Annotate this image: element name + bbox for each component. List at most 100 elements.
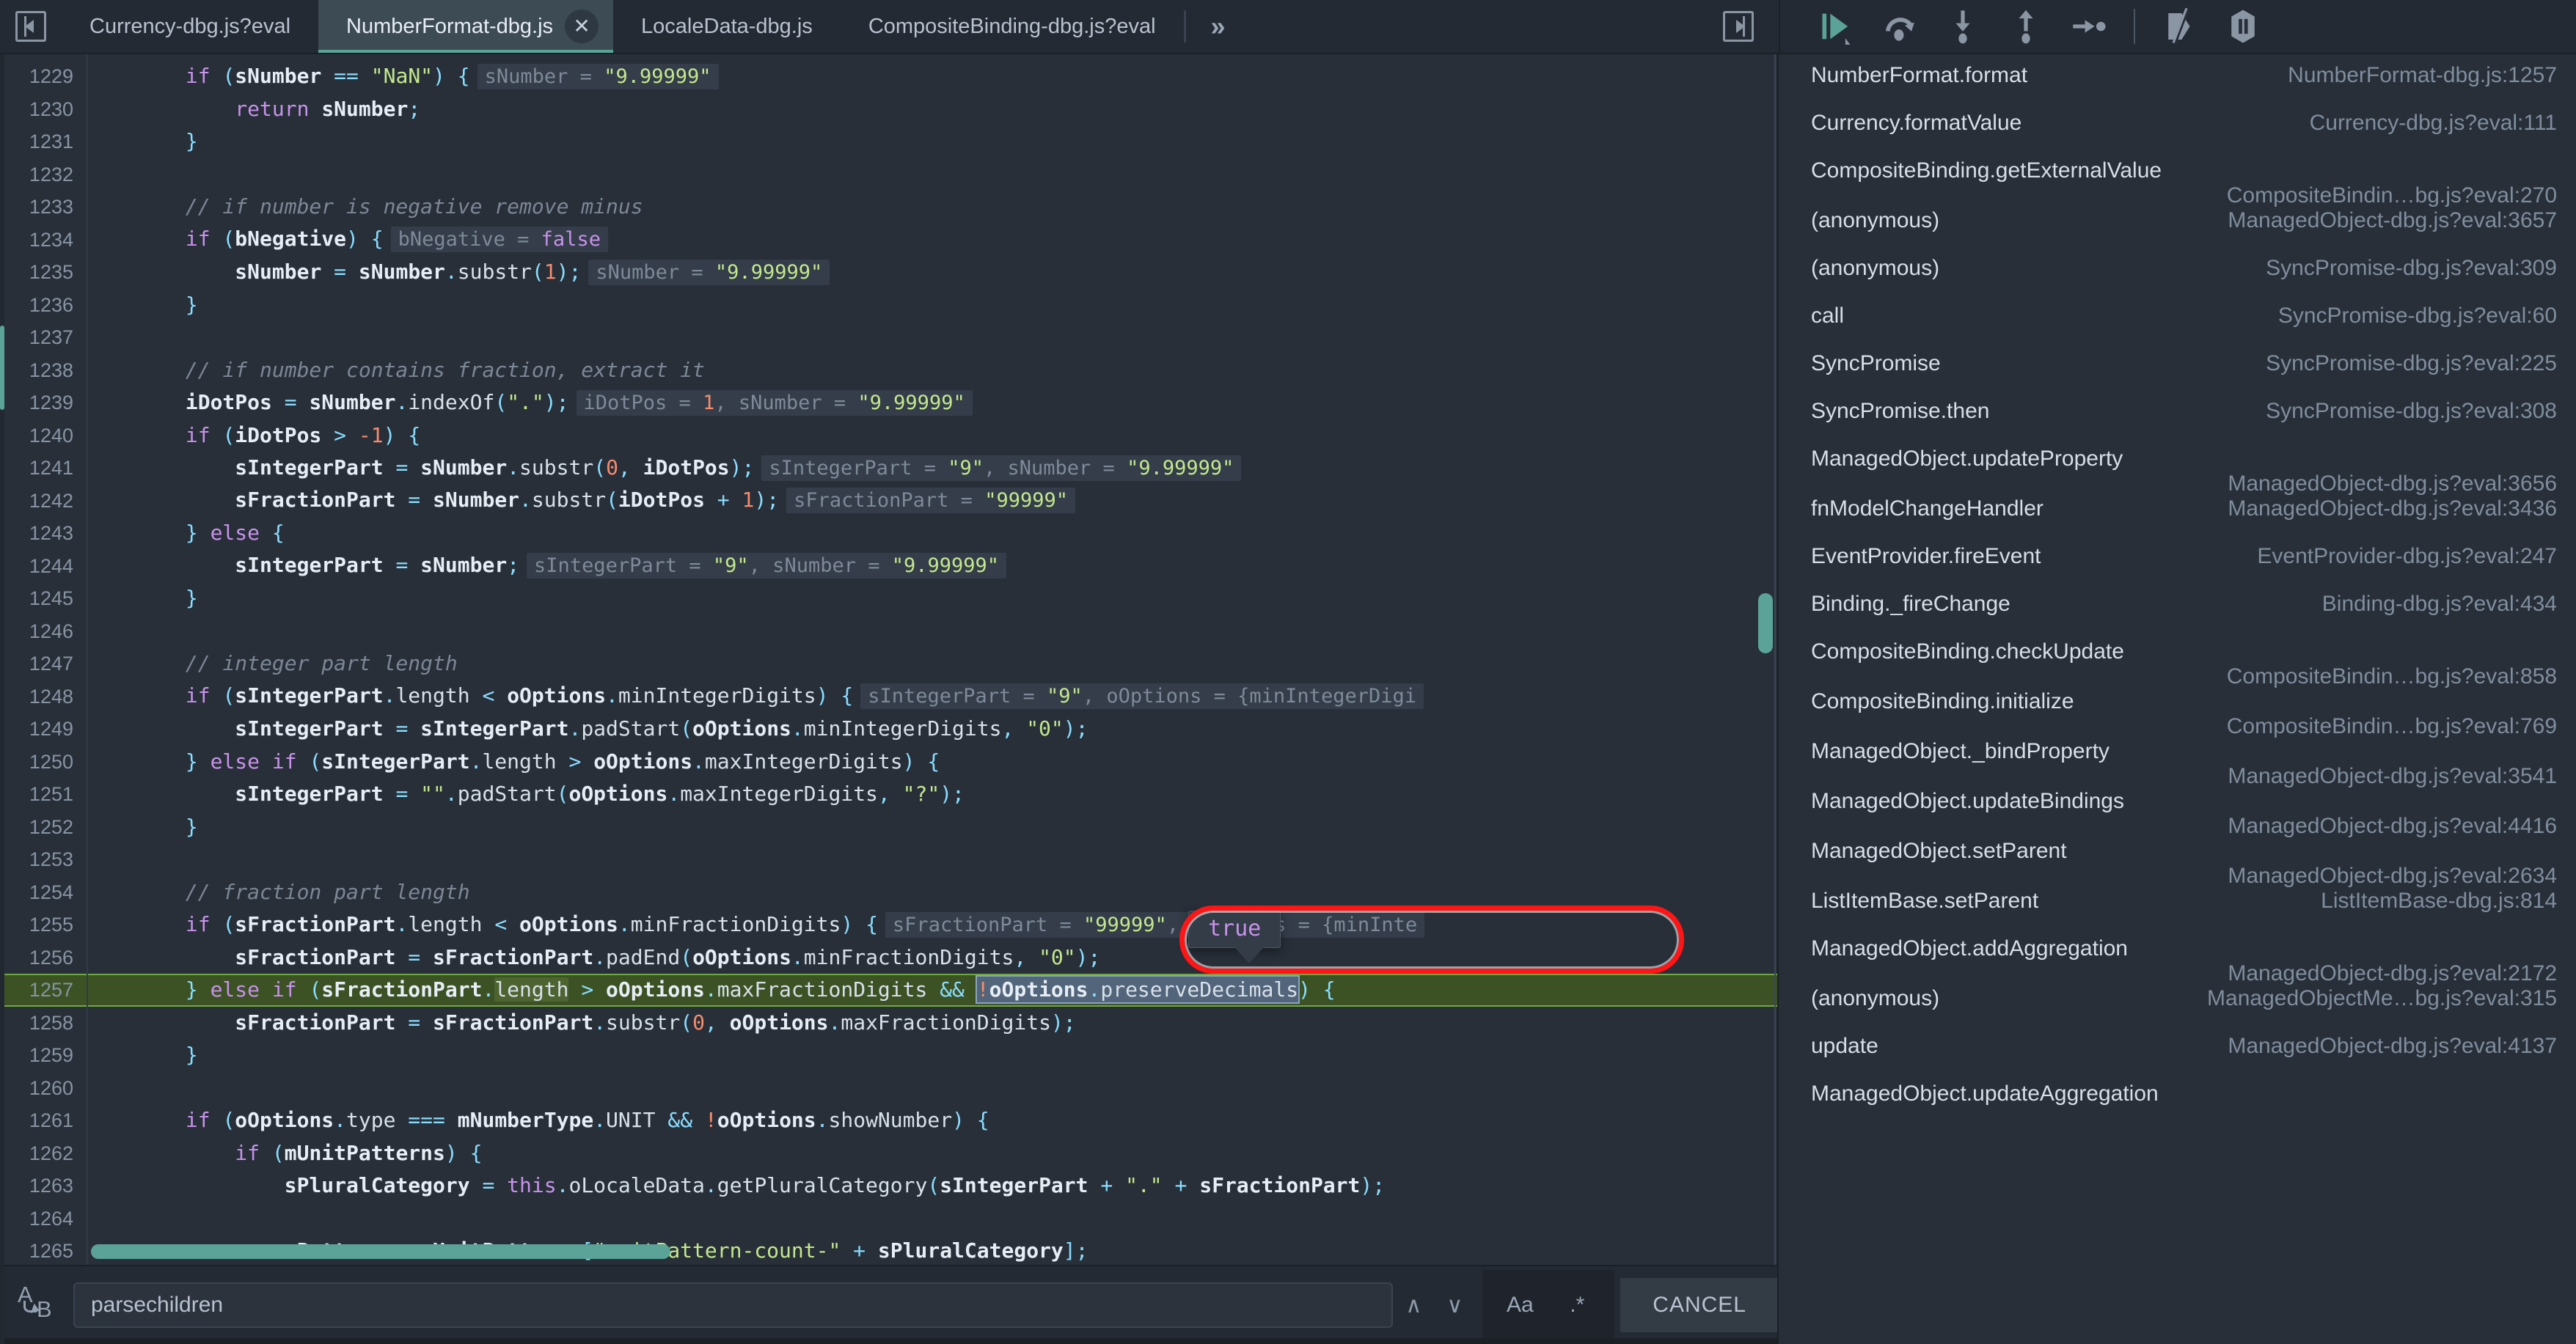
call-stack-frame[interactable]: ManagedObject.setParent ManagedObject-dbg… [1779, 839, 2576, 889]
call-stack-frame[interactable]: ManagedObject.updateAggregation [1779, 1082, 2576, 1129]
call-stack-frame[interactable]: NumberFormat.format NumberFormat-dbg.js:1… [1779, 63, 2576, 111]
code-line[interactable]: 1256 sFractionPart = sFractionPart.padEn… [0, 941, 1777, 974]
code-token: ( [494, 389, 508, 414]
code-line[interactable]: 1263 sPluralCategory = this.oLocaleData.… [0, 1169, 1777, 1202]
code-line[interactable]: 1244 sIntegerPart = sNumber; sIntegerPart… [0, 550, 1777, 583]
code-line[interactable]: 1259 } [0, 1039, 1777, 1072]
code-line[interactable]: 1261 if (oOptions.type === mNumberType.U… [0, 1104, 1777, 1137]
code-line[interactable]: 1237 [0, 321, 1777, 354]
call-stack-frame[interactable]: ManagedObject.addAggregation ManagedObjec… [1779, 936, 2576, 986]
code-token: . [556, 1173, 569, 1197]
search-prev-button[interactable]: ∧ [1393, 1279, 1434, 1332]
code-line-executing[interactable]: 1257 } else if (sFractionPart.length > o… [0, 974, 1777, 1007]
step-into-next-function-call-button[interactable] [1931, 0, 1994, 54]
step-out-of-current-function-button[interactable] [1994, 0, 2057, 54]
resume-script-execution-button[interactable] [1805, 0, 1868, 54]
code-line[interactable]: 1252 } [0, 811, 1777, 844]
code-line[interactable]: 1251 sIntegerPart = "".padStart(oOptions… [0, 778, 1777, 811]
code-line[interactable]: 1242 sFractionPart = sNumber.substr(iDot… [0, 485, 1777, 518]
code-line[interactable]: 1247 // integer part length [0, 647, 1777, 680]
step-over-next-function-call-button[interactable] [1868, 0, 1931, 54]
code-line[interactable]: 1233 // if number is negative remove min… [0, 191, 1777, 224]
code-line[interactable]: 1243 } else { [0, 517, 1777, 550]
code-line[interactable]: 1258 sFractionPart = sFractionPart.subst… [0, 1007, 1777, 1040]
call-stack-panel[interactable]: NumberFormat.format NumberFormat-dbg.js:1… [1779, 54, 2576, 1344]
match-case-toggle[interactable]: Aa [1491, 1270, 1548, 1340]
search-input[interactable] [73, 1282, 1394, 1328]
call-stack-frame[interactable]: EventProvider.fireEvent EventProvider-dbg… [1779, 544, 2576, 592]
call-stack-frame[interactable]: ManagedObject._bindProperty ManagedObject… [1779, 739, 2576, 789]
code-line[interactable]: 1241 sIntegerPart = sNumber.substr(0, iD… [0, 452, 1777, 485]
code-line[interactable]: 1230 return sNumber; [0, 93, 1777, 126]
call-stack-frame[interactable]: call SyncPromise-dbg.js?eval:60 [1779, 304, 2576, 351]
code-line[interactable]: 1262 if (mUnitPatterns) { [0, 1137, 1777, 1170]
code-line[interactable]: 1260 [0, 1072, 1777, 1105]
code-line[interactable]: 1240 if (iDotPos > -1) { [0, 419, 1777, 452]
tab-numberformat-dbg[interactable]: NumberFormat-dbg.js ✕ [318, 0, 614, 53]
regex-toggle[interactable]: .* [1548, 1270, 1606, 1340]
expand-debugger-button[interactable] [1698, 0, 1779, 53]
code-line[interactable]: 1254 // fraction part length [0, 876, 1777, 909]
code-token: minIntegerDigits [618, 683, 816, 708]
call-stack-frame[interactable]: Currency.formatValue Currency-dbg.js?eval… [1779, 111, 2576, 158]
tab-currency-dbg[interactable]: Currency-dbg.js?eval [62, 0, 318, 53]
line-number: 1233 [29, 196, 73, 218]
code-line[interactable]: 1234 if (bNegative) {bNegative = false [0, 224, 1777, 257]
code-line[interactable]: 1231 } [0, 125, 1777, 158]
call-stack-frame[interactable]: (anonymous) ManagedObjectMe…bg.js?eval:31… [1779, 986, 2576, 1034]
deactivate-breakpoints-button[interactable] [2148, 0, 2211, 54]
call-stack-frame[interactable]: CompositeBinding.initialize CompositeBind… [1779, 689, 2576, 739]
call-stack-frame[interactable]: SyncPromise.then SyncPromise-dbg.js?eval:… [1779, 399, 2576, 447]
code-line[interactable]: 1249 sIntegerPart = sIntegerPart.padStar… [0, 713, 1777, 746]
code-vertical-scrollbar[interactable] [1758, 54, 1773, 1265]
call-stack-frame[interactable]: CompositeBinding.checkUpdate CompositeBin… [1779, 639, 2576, 689]
code-token: = [383, 782, 421, 806]
source-code[interactable]: 1229 if (sNumber == "NaN") {sNumber = "9… [0, 54, 1777, 1265]
code-line[interactable]: 1238 // if number contains fraction, ext… [0, 354, 1777, 387]
selected-expression[interactable]: !oOptions.preserveDecimals [975, 975, 1300, 1004]
call-stack-frame[interactable]: (anonymous) SyncPromise-dbg.js?eval:309 [1779, 256, 2576, 304]
code-horizontal-scrollbar[interactable] [91, 1244, 1763, 1259]
call-stack-frame[interactable]: SyncPromise SyncPromise-dbg.js?eval:225 [1779, 351, 2576, 399]
search-next-button[interactable]: ∨ [1434, 1279, 1475, 1332]
code-line[interactable]: 1248 if (sIntegerPart.length < oOptions.… [0, 680, 1777, 713]
call-stack-frame[interactable]: CompositeBinding.getExternalValue Composi… [1779, 158, 2576, 208]
code-line[interactable]: 1229 if (sNumber == "NaN") {sNumber = "9… [0, 60, 1777, 93]
call-stack-frame[interactable]: Binding._fireChange Binding-dbg.js?eval:4… [1779, 592, 2576, 639]
code-token: minFractionDigits [803, 944, 1014, 969]
call-stack-frame[interactable]: ManagedObject.updateBindings ManagedObjec… [1779, 789, 2576, 839]
source-code-scroll[interactable]: 1229 if (sNumber == "NaN") {sNumber = "9… [0, 54, 1777, 1265]
tab-overflow-button[interactable]: » [1186, 0, 1248, 53]
code-token: sIntegerPart [235, 553, 384, 577]
tab-compositebinding-dbg[interactable]: CompositeBinding-dbg.js?eval [841, 0, 1184, 53]
code-line[interactable]: 1232 [0, 158, 1777, 191]
pause-on-exceptions-button[interactable] [2211, 0, 2275, 54]
code-line[interactable]: 1236 } [0, 289, 1777, 322]
code-horizontal-scrollbar-thumb[interactable] [91, 1244, 670, 1259]
close-icon[interactable]: ✕ [565, 10, 599, 43]
code-line[interactable]: 1255 if (sFractionPart.length < oOptions… [0, 908, 1777, 941]
collapse-navigator-button[interactable] [0, 0, 62, 53]
call-stack-frame[interactable]: fnModelChangeHandler ManagedObject-dbg.js… [1779, 496, 2576, 544]
code-line[interactable]: 1239 iDotPos = sNumber.indexOf("."); iDot… [0, 386, 1777, 419]
code-line[interactable]: 1250 } else if (sIntegerPart.length > oO… [0, 746, 1777, 779]
code-token: + [1162, 1173, 1200, 1197]
code-line[interactable]: 1245 } [0, 582, 1777, 615]
code-token: oOptions [717, 1108, 816, 1132]
code-line[interactable]: 1264 [0, 1202, 1777, 1235]
call-stack-frame[interactable]: (anonymous) ManagedObject-dbg.js?eval:365… [1779, 208, 2576, 256]
code-line[interactable]: 1235 sNumber = sNumber.substr(1); sNumber… [0, 256, 1777, 289]
step-button[interactable] [2057, 0, 2121, 54]
code-line[interactable]: 1246 [0, 615, 1777, 648]
code-token: } [185, 749, 211, 774]
tab-localedata-dbg[interactable]: LocaleData-dbg.js [613, 0, 841, 53]
call-stack-frame[interactable]: update ManagedObject-dbg.js?eval:4137 [1779, 1034, 2576, 1082]
toggle-replace-button[interactable]: AB [0, 1282, 73, 1326]
code-token: { [469, 1140, 483, 1165]
code-vertical-scrollbar-thumb[interactable] [1758, 593, 1773, 653]
call-stack-frame[interactable]: ManagedObject.updateProperty ManagedObjec… [1779, 447, 2576, 496]
call-stack-frame[interactable]: ListItemBase.setParent ListItemBase-dbg.j… [1779, 889, 2576, 936]
code-line[interactable]: 1253 [0, 843, 1777, 876]
cancel-search-button[interactable]: CANCEL [1620, 1278, 1777, 1332]
